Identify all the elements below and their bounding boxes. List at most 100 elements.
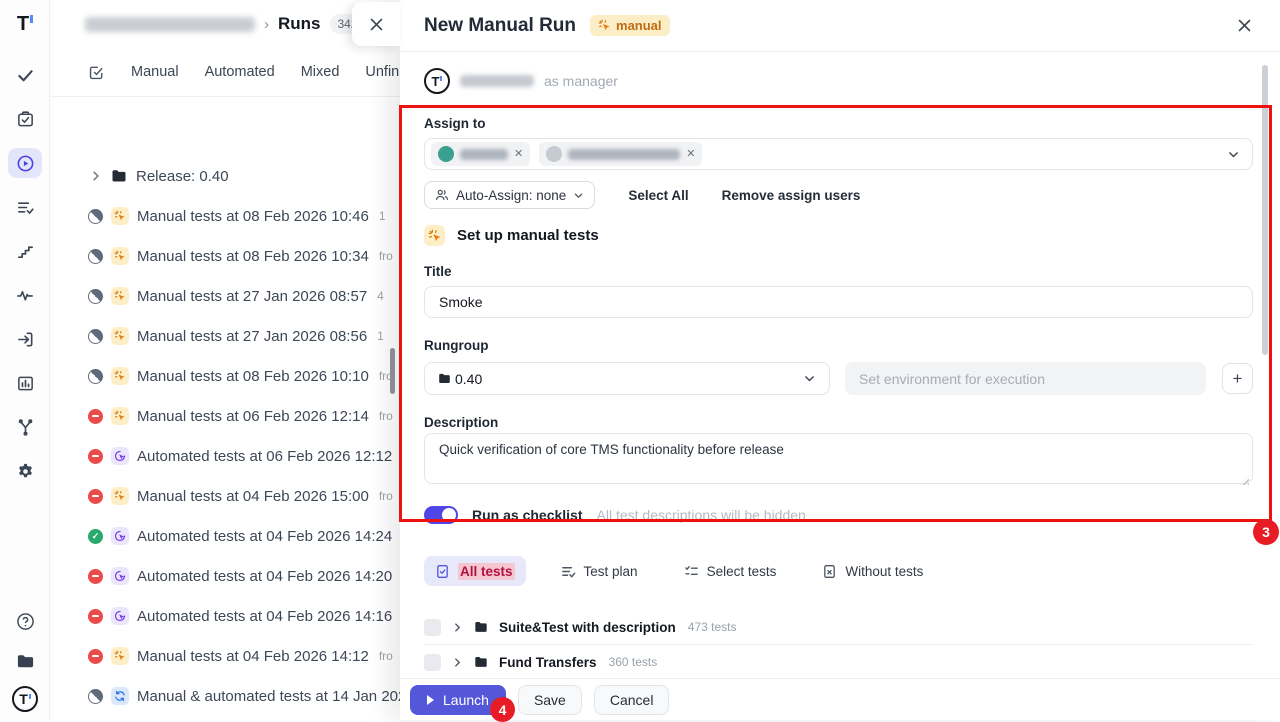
- suites-tree: Suite&Test with description473 testsFund…: [424, 611, 1253, 678]
- sidebar-item-pulse-icon[interactable]: [8, 280, 42, 310]
- save-button[interactable]: Save: [518, 685, 582, 715]
- filter-tab-0[interactable]: Manual: [131, 64, 179, 80]
- chevron-down-icon: [1227, 148, 1240, 161]
- manual-icon: [598, 19, 611, 32]
- manual-icon: [424, 225, 445, 246]
- cancel-button[interactable]: Cancel: [594, 685, 670, 715]
- suite-row[interactable]: Suite&Test with description473 tests: [424, 611, 1253, 643]
- automated-icon: [111, 567, 129, 585]
- tests-tab-2[interactable]: Select tests: [673, 556, 788, 586]
- manual-icon: [111, 247, 129, 265]
- owner-role: as manager: [544, 73, 618, 89]
- breadcrumb-section[interactable]: Runs: [278, 14, 321, 34]
- run-suffix: fro: [379, 489, 393, 503]
- doc-x-icon: [822, 564, 837, 579]
- assignee-name-redacted: [460, 149, 508, 160]
- sidebar-item-play-circle-icon[interactable]: [8, 148, 42, 178]
- manual-icon: [111, 647, 129, 665]
- owner-avatar: T: [424, 68, 450, 94]
- suite-checkbox[interactable]: [424, 654, 441, 671]
- breadcrumb-separator: ›: [264, 16, 269, 33]
- select-runs-icon[interactable]: [88, 64, 105, 81]
- sidebar-item-import-icon[interactable]: [8, 324, 42, 354]
- filter-tab-1[interactable]: Automated: [205, 64, 275, 80]
- add-environment-button[interactable]: +: [1222, 363, 1253, 394]
- run-title: Manual tests at 08 Feb 2026 10:10: [137, 368, 369, 385]
- run-title: Manual tests at 08 Feb 2026 10:34: [137, 248, 369, 265]
- select-all-button[interactable]: Select All: [628, 188, 688, 203]
- folder-icon: [474, 620, 488, 634]
- account-logo-icon[interactable]: T: [12, 686, 38, 712]
- status-passed-icon: [88, 529, 103, 544]
- sidebar-item-check-icon[interactable]: [8, 60, 42, 90]
- tests-tab-0[interactable]: All tests: [424, 556, 526, 586]
- title-input[interactable]: [424, 286, 1253, 318]
- tests-tab-1[interactable]: Test plan: [550, 556, 649, 586]
- remove-assign-users-button[interactable]: Remove assign users: [722, 188, 861, 203]
- assignee-chip[interactable]: ✕: [539, 142, 702, 166]
- manual-icon: [111, 327, 129, 345]
- run-title: Manual tests at 04 Feb 2026 15:00: [137, 488, 369, 505]
- folder-icon: [474, 655, 488, 669]
- run-suffix: fro: [379, 649, 393, 663]
- new-manual-run-panel: New Manual Run manual T as manager Assig…: [400, 0, 1280, 720]
- auto-assign-button[interactable]: Auto-Assign: none: [424, 181, 595, 209]
- sidebar-item-gear-icon[interactable]: [8, 456, 42, 486]
- sidebar-item-list-check-icon[interactable]: [8, 192, 42, 222]
- folder-icon: [438, 372, 451, 385]
- run-title: Automated tests at 06 Feb 2026 12:12: [137, 448, 392, 465]
- sidebar-item-clipboard-check-icon[interactable]: [8, 104, 42, 134]
- run-title: Automated tests at 04 Feb 2026 14:24: [137, 528, 392, 545]
- environment-input[interactable]: [845, 362, 1206, 395]
- status-failed-icon: [88, 569, 103, 584]
- status-progress-icon: [88, 369, 103, 384]
- panel-scrollbar[interactable]: [1262, 65, 1268, 355]
- status-progress-icon: [88, 289, 103, 304]
- chevron-right-icon[interactable]: [452, 622, 463, 633]
- panel-title: New Manual Run: [424, 15, 576, 37]
- suite-test-count: 360 tests: [609, 655, 658, 669]
- projects-folder-icon[interactable]: [8, 646, 42, 676]
- assignee-avatar: [438, 146, 454, 162]
- panel-side-close-button[interactable]: [352, 2, 400, 46]
- chevron-right-icon[interactable]: [452, 657, 463, 668]
- suite-checkbox[interactable]: [424, 619, 441, 636]
- rungroup-select[interactable]: 0.40: [424, 362, 830, 395]
- checklist-hint: All test descriptions will be hidden: [597, 507, 806, 523]
- panel-footer: Launch Save Cancel: [400, 678, 1280, 720]
- sidebar-item-branch-icon[interactable]: [8, 412, 42, 442]
- checklist-label: Run as checklist: [472, 507, 583, 523]
- chevron-down-icon: [803, 372, 816, 385]
- run-as-checklist-toggle[interactable]: [424, 506, 458, 524]
- panel-close-button[interactable]: [1237, 18, 1252, 33]
- automated-icon: [111, 527, 129, 545]
- run-title: Manual tests at 08 Feb 2026 10:46: [137, 208, 369, 225]
- description-textarea[interactable]: Quick verification of core TMS functiona…: [424, 433, 1253, 484]
- status-failed-icon: [88, 649, 103, 664]
- run-suffix: fro: [379, 409, 393, 423]
- help-icon[interactable]: [8, 606, 42, 636]
- assign-to-select[interactable]: ✕ ✕: [424, 138, 1253, 170]
- manual-type-badge: manual: [590, 15, 670, 36]
- runs-list-scrollbar[interactable]: [390, 348, 395, 394]
- project-name-redacted[interactable]: [85, 17, 255, 32]
- sidebar-item-bar-chart-icon[interactable]: [8, 368, 42, 398]
- doc-check-icon: [435, 564, 450, 579]
- folder-icon: [111, 168, 127, 184]
- sidebar-nav: [0, 60, 50, 486]
- launch-button[interactable]: Launch: [410, 685, 506, 715]
- remove-assignee-icon[interactable]: ✕: [514, 149, 523, 160]
- tests-tab-3[interactable]: Without tests: [811, 556, 934, 586]
- run-title: Manual tests at 06 Feb 2026 12:14: [137, 408, 369, 425]
- sidebar-item-stairs-icon[interactable]: [8, 236, 42, 266]
- chevron-down-icon: [573, 190, 584, 201]
- assignee-chip[interactable]: ✕: [431, 142, 530, 166]
- chevron-right-icon[interactable]: [90, 170, 102, 182]
- suite-test-count: 473 tests: [688, 620, 737, 634]
- suite-row[interactable]: Fund Transfers360 tests: [424, 646, 1253, 678]
- manual-icon: [111, 207, 129, 225]
- filter-tab-2[interactable]: Mixed: [301, 64, 340, 80]
- assign-to-label: Assign to: [424, 116, 1253, 131]
- list-check-icon: [561, 564, 576, 579]
- remove-assignee-icon[interactable]: ✕: [686, 149, 695, 160]
